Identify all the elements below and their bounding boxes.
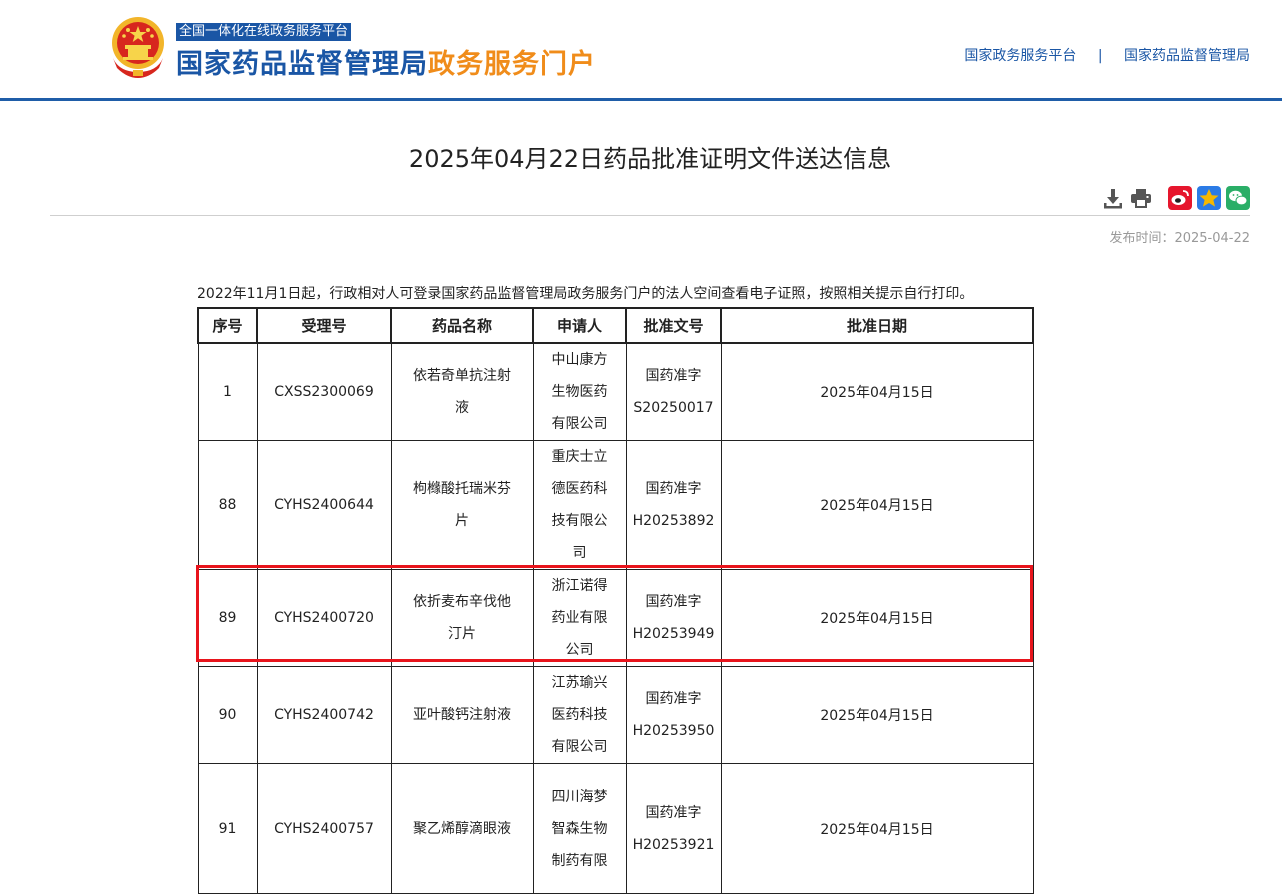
- cell-applicant-line: 制药有限: [551, 852, 608, 869]
- table-row: 89 CYHS2400720 依折麦布辛伐他 汀片 浙江诺得 药业有限 公司 国药准字 H202…: [197, 569, 1034, 667]
- title-divider: [50, 215, 1250, 216]
- cell-approval-no: 国药准字 S20250017: [625, 342, 722, 441]
- cell-applicant-line: 四川海梦: [551, 788, 608, 805]
- cell-applicant-line: 中山康方: [551, 352, 608, 368]
- cell-accept-no: CYHS2400742: [256, 666, 392, 764]
- cell-applicant-line: 生物医药: [551, 384, 608, 400]
- cell-drug-name: 依若奇单抗注射液: [390, 342, 534, 441]
- cell-drug-name: 依折麦布辛伐他 汀片: [390, 569, 534, 667]
- link-national-gov-service[interactable]: 国家政务服务平台: [964, 48, 1076, 64]
- qzone-icon[interactable]: [1197, 186, 1221, 210]
- cell-approval-no-line: H20253950: [632, 723, 715, 739]
- cell-approval-no-line: S20250017: [633, 400, 714, 416]
- national-emblem-icon: [112, 17, 164, 78]
- top-links: 国家政务服务平台 | 国家药品监督管理局: [964, 45, 1250, 65]
- cell-applicant-line: 重庆士立: [551, 449, 608, 465]
- cell-no: 90: [197, 666, 258, 764]
- link-separator: |: [1097, 48, 1103, 64]
- cell-approval-no-line: 国药准字: [645, 481, 702, 497]
- cell-drug-name: 聚乙烯醇滴眼液: [390, 763, 534, 894]
- cell-applicant-line: 药业有限: [551, 610, 608, 626]
- publish-time: 发布时间：2025-04-22: [1109, 231, 1250, 246]
- cell-applicant-line: 智森生物: [551, 820, 608, 837]
- brand-main: 国家药品监督管理局: [176, 49, 428, 80]
- cell-approval-date: 2025年04月15日: [720, 342, 1034, 441]
- cell-applicant-line: 医药科技: [551, 707, 608, 723]
- cell-applicant-line: 江苏瑜兴: [551, 675, 608, 691]
- col-header-accept-no: 受理号: [256, 307, 392, 344]
- cell-no: 88: [197, 440, 258, 570]
- cell-approval-no: 国药准字 H20253921: [625, 763, 722, 894]
- col-header-no: 序号: [197, 307, 258, 344]
- cell-applicant: 四川海梦智森生物制药有限: [532, 763, 627, 894]
- table-row: 91 CYHS2400757 聚乙烯醇滴眼液 四川海梦智森生物制药有限 国药准字 H202…: [197, 763, 1034, 894]
- table-row: 88 CYHS2400644 枸橼酸托瑞米芬片重庆士立 德医药科 技有限公司国药准字 H2…: [197, 440, 1034, 570]
- cell-applicant-line: 有限公司: [551, 739, 608, 755]
- table-row: 1 CXSS2300069 依若奇单抗注射液中山康方 生物医药 有限公司 国药准字 S202…: [197, 342, 1034, 441]
- cell-drug-name: 枸橼酸托瑞米芬片: [390, 440, 534, 570]
- cell-approval-no: 国药准字 H20253892: [625, 440, 722, 570]
- cell-approval-no-line: 国药准字: [645, 804, 702, 821]
- cell-drug-name-line: 汀片: [448, 626, 476, 642]
- page-title: 2025年04月22日药品批准证明文件送达信息: [408, 145, 892, 173]
- cell-drug-name-line: 枸橼酸托瑞米芬: [413, 481, 511, 497]
- table-header-row: 序号 受理号 药品名称 申请人 批准文号 批准日期: [197, 307, 1034, 344]
- cell-accept-no: CYHS2400757: [256, 763, 392, 894]
- cell-applicant: 中山康方生物医药有限公司: [532, 342, 627, 441]
- cell-applicant-line: 有限公司: [551, 416, 608, 432]
- platform-tag: 全国一体化在线政务服务平台: [176, 23, 352, 41]
- cell-applicant: 重庆士立德医药科技有限公司: [532, 440, 627, 570]
- cell-approval-date: 2025年04月15日: [720, 763, 1034, 894]
- wechat-icon[interactable]: [1226, 186, 1250, 210]
- cell-applicant-line: 技有限公: [551, 513, 608, 529]
- col-header-applicant: 申请人: [532, 307, 627, 344]
- cell-applicant-line: 司: [572, 545, 587, 561]
- cell-drug-name-line: 依若奇单抗注射: [413, 368, 511, 384]
- col-header-approval-no: 批准文号: [625, 307, 722, 344]
- cell-approval-no-line: 国药准字: [645, 594, 702, 610]
- brand-sub: 政务服务门户: [428, 49, 596, 80]
- cell-approval-no-line: 国药准字: [645, 368, 702, 384]
- cell-drug-name-line: 液: [455, 400, 469, 416]
- cell-approval-no: 国药准字 H20253950: [625, 666, 722, 764]
- weibo-icon[interactable]: [1168, 186, 1192, 210]
- col-header-drug-name: 药品名称: [390, 307, 534, 344]
- cell-accept-no: CYHS2400644: [256, 440, 392, 570]
- cell-drug-name-line: 片: [455, 513, 469, 529]
- cell-approval-date: 2025年04月15日: [720, 440, 1034, 570]
- col-header-approval-date: 批准日期: [720, 307, 1034, 344]
- cell-approval-no-line: H20253921: [632, 836, 715, 853]
- cell-applicant-line: 德医药科: [551, 481, 608, 497]
- cell-drug-name-line: 聚乙烯醇滴眼液: [413, 820, 511, 837]
- cell-applicant: 江苏瑜兴医药科技有限公司: [532, 666, 627, 764]
- site-brand[interactable]: 国家药品监督管理局政务服务门户: [176, 42, 596, 81]
- header-divider: [0, 98, 1282, 101]
- cell-approval-date: 2025年04月15日: [720, 666, 1034, 764]
- cell-drug-name: 亚叶酸钙注射液: [390, 666, 534, 764]
- cell-no: 1: [197, 342, 258, 441]
- cell-applicant-line: 浙江诺得: [551, 578, 608, 594]
- cell-approval-date: 2025年04月15日: [720, 569, 1034, 667]
- cell-drug-name-line: 依折麦布辛伐他: [413, 594, 511, 610]
- print-notice: 2022年11月1日起，行政相对人可登录国家药品监督管理局政务服务门户的法人空间…: [197, 286, 974, 302]
- download-icon[interactable]: [1101, 186, 1125, 210]
- table-row: 90 CYHS2400742 亚叶酸钙注射液 江苏瑜兴医药科技有限公司 国药准字 H202…: [197, 666, 1034, 764]
- site-header: 全国一体化在线政务服务平台 国家药品监督管理局政务服务门户 国家政务服务平台 |…: [0, 0, 1282, 101]
- print-icon[interactable]: [1129, 186, 1153, 210]
- cell-accept-no: CYHS2400720: [256, 569, 392, 667]
- cell-applicant: 浙江诺得药业有限公司: [532, 569, 627, 667]
- cell-applicant-line: 公司: [565, 642, 594, 658]
- cell-accept-no: CXSS2300069: [256, 342, 392, 441]
- link-nmpa[interactable]: 国家药品监督管理局: [1124, 48, 1250, 64]
- cell-approval-no: 国药准字 H20253949: [625, 569, 722, 667]
- cell-approval-no-line: 国药准字: [645, 691, 702, 707]
- approval-table: 序号 受理号 药品名称 申请人 批准文号 批准日期 1 CXSS2300069 依若…: [197, 307, 1034, 894]
- cell-drug-name-line: 亚叶酸钙注射液: [413, 707, 511, 723]
- cell-approval-no-line: H20253892: [632, 513, 715, 529]
- cell-no: 89: [197, 569, 258, 667]
- cell-no: 91: [197, 763, 258, 894]
- cell-approval-no-line: H20253949: [632, 626, 715, 642]
- approval-table-wrapper: 序号 受理号 药品名称 申请人 批准文号 批准日期 1 CXSS2300069 依若…: [197, 307, 1034, 894]
